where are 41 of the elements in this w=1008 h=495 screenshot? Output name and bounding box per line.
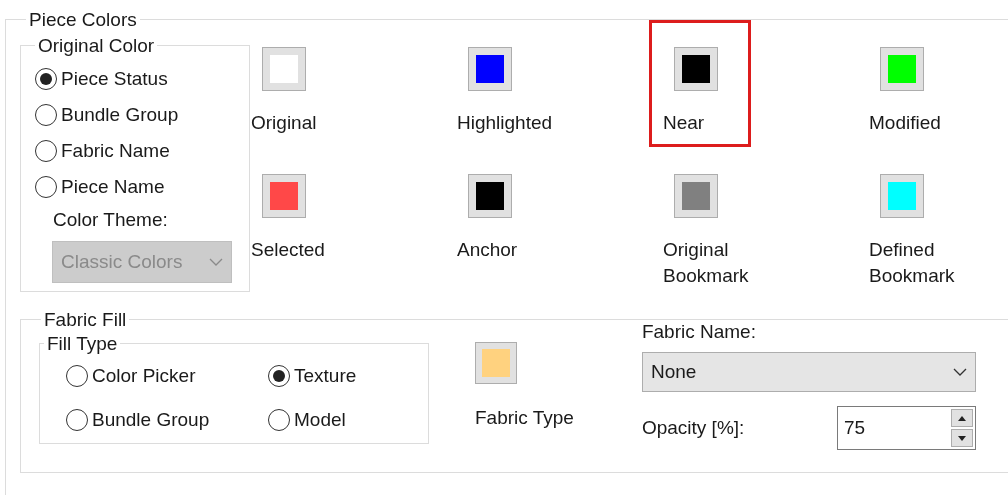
color-swatch[interactable] [674,46,718,91]
color-swatch[interactable] [674,173,718,218]
swatch-label: Defined Bookmark [869,237,956,288]
group-title: Fill Type [46,331,119,356]
swatch-label: Highlighted [457,110,554,135]
fabric-dropdown[interactable]: None [641,352,976,393]
radio-option[interactable]: Fabric Name [35,135,249,166]
radio-option[interactable]: Bundle Group [35,99,249,130]
group-title: Fabric Fill [43,307,128,332]
spin-down-button[interactable] [950,429,973,448]
chevron-down-icon [209,258,223,267]
radio-option[interactable]: Texture [268,361,408,392]
swatch-label: Anchor [457,237,519,262]
swatch-label: Modified [869,110,942,135]
color-swatch[interactable] [262,173,306,218]
swatch-label: Original Bookmark [663,237,750,288]
field-label: Opacity [%]: [641,416,745,441]
group-title: Original Color [37,33,156,58]
swatch-label: Original [251,110,318,135]
field-label: Color Theme: [53,207,169,232]
radio-option[interactable]: Piece Name [35,171,249,202]
radio-option[interactable]: Color Picker [66,361,268,392]
swatch-label: Near [663,110,706,135]
radio-option[interactable]: Bundle Group [66,405,268,436]
group-title: Piece Colors [28,8,138,32]
color-swatch[interactable] [880,46,924,91]
swatch-label: Selected [251,237,326,262]
color-swatch[interactable] [475,341,517,384]
chevron-down-icon [952,368,967,377]
color-swatch[interactable] [880,173,924,218]
spin-up-button[interactable] [950,409,973,428]
color-swatch[interactable] [262,46,306,91]
field-label: Fabric Name: [641,319,757,344]
radio-option[interactable]: Piece Status [35,63,249,94]
swatch-label: Fabric Type [475,405,574,430]
opacity-spinbox[interactable]: 75 [836,406,976,451]
color-swatch[interactable] [468,46,512,91]
color-swatch[interactable] [468,173,512,218]
up-arrow-icon [957,415,966,421]
radio-option[interactable]: Model [268,405,408,436]
down-arrow-icon [957,435,966,441]
